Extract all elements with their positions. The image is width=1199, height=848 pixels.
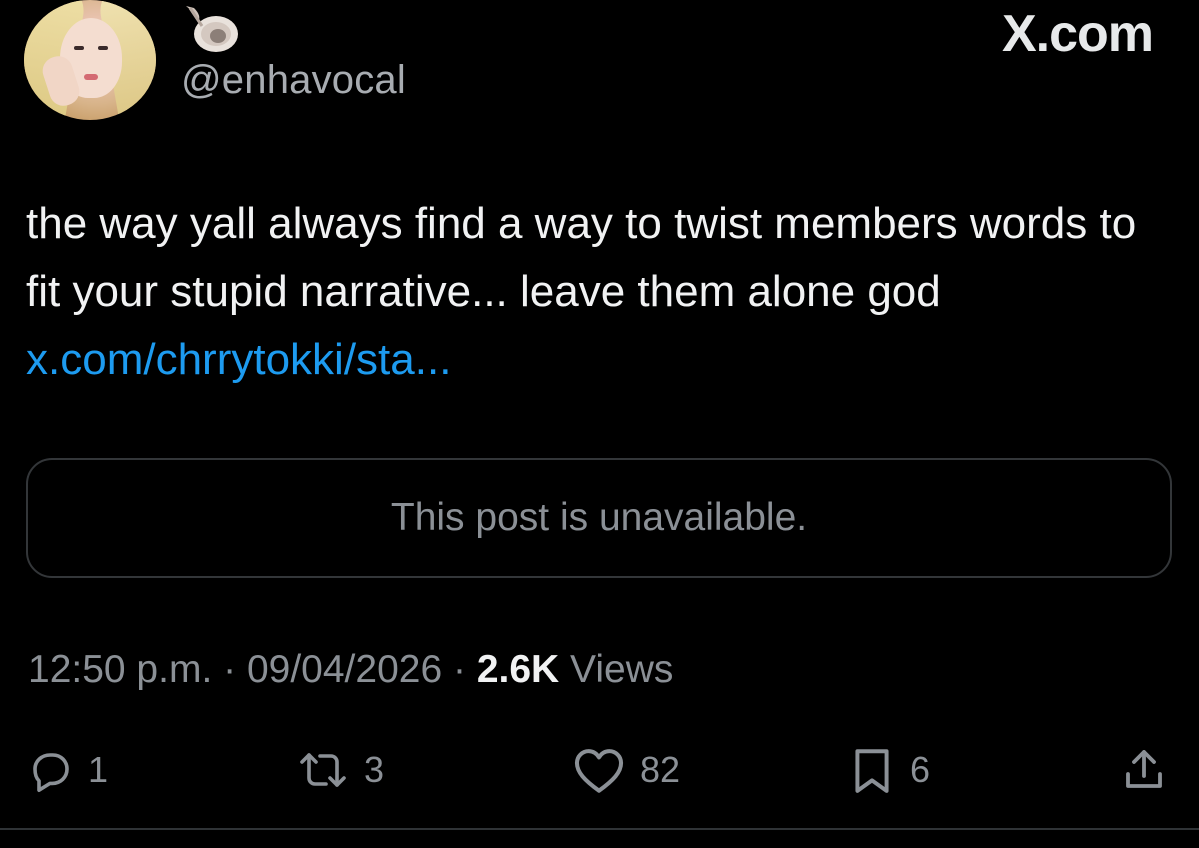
- retweet-button[interactable]: 3: [296, 740, 384, 800]
- tweet-body: the way yall always find a way to twist …: [26, 199, 1137, 316]
- post-date[interactable]: 09/04/2026: [247, 648, 442, 691]
- bookmark-button[interactable]: 6: [848, 740, 930, 800]
- avatar[interactable]: [24, 0, 156, 120]
- reply-button[interactable]: 1: [26, 740, 108, 800]
- reply-icon: [33, 753, 69, 792]
- avatar-eye-left: [74, 46, 84, 50]
- views-label: Views: [559, 648, 674, 691]
- brand-watermark: X.com: [1001, 5, 1154, 63]
- like-button[interactable]: 82: [572, 740, 680, 800]
- action-bar: 1 3 82 6: [0, 740, 1199, 800]
- post-metadata: 12:50 p.m. · 09/04/2026 · 2.6K Views: [28, 648, 673, 692]
- user-handle[interactable]: @enhavocal: [181, 58, 406, 103]
- meta-separator-2: ·: [442, 648, 477, 691]
- bookmark-count: 6: [910, 749, 931, 790]
- post-time[interactable]: 12:50 p.m.: [28, 648, 212, 691]
- retweet-count: 3: [364, 749, 385, 790]
- avatar-lips: [84, 74, 98, 80]
- unavailable-message: This post is unavailable.: [390, 496, 808, 539]
- tweet-link[interactable]: x.com/chrrytokki/sta...: [26, 335, 451, 384]
- divider: [0, 828, 1199, 830]
- bookmark-icon: [855, 749, 889, 793]
- tweet-text: the way yall always find a way to twist …: [26, 190, 1146, 394]
- heart-icon: [574, 749, 624, 793]
- reply-count: 1: [88, 749, 109, 790]
- quoted-post-card[interactable]: This post is unavailable.: [26, 458, 1172, 578]
- share-icon: [1126, 750, 1162, 788]
- views-count[interactable]: 2.6K: [477, 648, 559, 691]
- share-button[interactable]: [1120, 740, 1168, 800]
- retweet-icon: [300, 753, 346, 787]
- seashell-icon: [186, 6, 238, 52]
- avatar-eye-right: [98, 46, 108, 50]
- meta-separator: ·: [212, 648, 247, 691]
- like-count: 82: [640, 749, 681, 790]
